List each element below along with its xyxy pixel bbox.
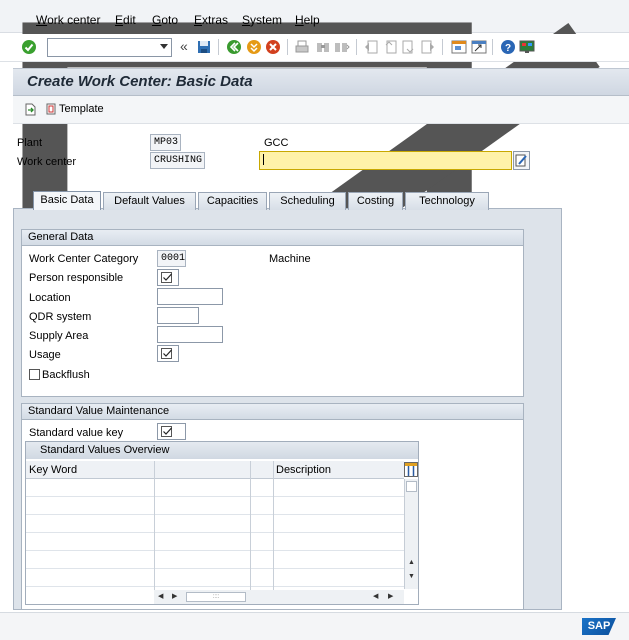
exit-icon[interactable] xyxy=(246,39,262,55)
qdr-system-field[interactable] xyxy=(157,307,199,324)
work-center-text-field[interactable] xyxy=(259,151,512,170)
person-responsible-field[interactable] xyxy=(157,269,179,286)
table-row[interactable] xyxy=(26,569,404,587)
work-center-field[interactable]: CRUSHING xyxy=(150,152,205,169)
menu-system[interactable]: System xyxy=(242,13,282,27)
next-page-icon[interactable] xyxy=(401,39,417,55)
menu-edit[interactable]: Edit xyxy=(115,13,136,27)
save-icon[interactable] xyxy=(196,39,212,55)
menu-goto[interactable]: Goto xyxy=(152,13,178,27)
table-row[interactable] xyxy=(26,551,404,569)
prev-page-icon[interactable] xyxy=(382,39,398,55)
scroll-right-icon[interactable]: ▶ xyxy=(172,592,177,600)
page-title: Create Work Center: Basic Data xyxy=(27,73,253,90)
supply-area-label: Supply Area xyxy=(29,330,89,342)
standard-value-key-field[interactable] xyxy=(157,423,186,440)
search-help-icon xyxy=(161,348,172,359)
usage-label: Usage xyxy=(29,349,61,361)
plant-label: Plant xyxy=(17,137,43,149)
standard-values-overview-title: Standard Values Overview xyxy=(26,442,418,459)
print-icon[interactable] xyxy=(294,39,310,55)
tab-basic-data[interactable]: Basic Data xyxy=(33,191,101,210)
cancel-icon[interactable] xyxy=(265,39,281,55)
category-field[interactable]: 0001 xyxy=(157,250,186,267)
table-row[interactable] xyxy=(26,497,404,515)
standard-value-title: Standard Value Maintenance xyxy=(22,404,523,420)
plant-field[interactable]: MP03 xyxy=(150,134,181,151)
scroll-thumb[interactable] xyxy=(406,481,417,492)
template-icon xyxy=(46,103,56,115)
table-row[interactable] xyxy=(26,515,404,533)
scroll-left-icon[interactable]: ◀ xyxy=(373,592,378,600)
table-horizontal-scrollbar-left[interactable]: ◀ ▶ :::: xyxy=(154,590,250,604)
help-icon[interactable]: ? xyxy=(500,39,516,55)
table-header xyxy=(26,461,404,479)
category-label: Work Center Category xyxy=(29,253,139,265)
find-icon[interactable] xyxy=(315,39,331,55)
scroll-right-icon[interactable]: ▶ xyxy=(388,592,393,600)
search-help-icon xyxy=(161,426,172,437)
menu-help[interactable]: Help xyxy=(295,13,320,27)
last-page-icon[interactable] xyxy=(420,39,436,55)
tab-scheduling[interactable]: Scheduling xyxy=(269,192,346,210)
scroll-up-icon[interactable]: ▲ xyxy=(408,559,415,566)
table-row[interactable] xyxy=(26,533,404,551)
create-from-icon[interactable] xyxy=(25,103,37,116)
back-icon[interactable] xyxy=(226,39,242,55)
menu-extras[interactable]: Extras xyxy=(194,13,228,27)
table-vertical-scrollbar[interactable]: ▲ ▼ xyxy=(404,479,418,589)
standard-value-key-label: Standard value key xyxy=(29,427,124,439)
table-horizontal-scrollbar-mid xyxy=(250,590,368,604)
person-responsible-label: Person responsible xyxy=(29,272,124,284)
work-center-label: Work center xyxy=(17,156,77,168)
tab-technology[interactable]: Technology xyxy=(405,192,489,210)
tab-default-values[interactable]: Default Values xyxy=(103,192,196,210)
supply-area-field[interactable] xyxy=(157,326,223,343)
customize-layout-icon[interactable] xyxy=(519,39,535,55)
general-data-title: General Data xyxy=(22,230,523,246)
template-label: Template xyxy=(59,103,104,115)
command-field[interactable] xyxy=(47,38,172,57)
long-text-icon[interactable] xyxy=(513,151,530,170)
command-dropdown-icon[interactable] xyxy=(160,44,168,49)
backflush-label: Backflush xyxy=(42,369,90,381)
usage-field[interactable] xyxy=(157,345,179,362)
application-toolbar xyxy=(13,96,629,124)
column-config-icon[interactable] xyxy=(404,462,418,477)
plant-text: GCC xyxy=(264,137,289,149)
location-label: Location xyxy=(29,292,71,304)
scroll-thumb[interactable]: :::: xyxy=(186,592,246,602)
table-horizontal-scrollbar-right[interactable]: ◀ ▶ xyxy=(368,590,404,604)
search-help-icon xyxy=(161,272,172,283)
category-text: Machine xyxy=(269,253,311,265)
enter-icon[interactable] xyxy=(21,39,37,55)
status-bar xyxy=(0,612,629,640)
table-row[interactable] xyxy=(26,479,404,497)
scroll-left-icon[interactable]: ◀ xyxy=(158,592,163,600)
first-page-icon[interactable] xyxy=(363,39,379,55)
scroll-down-icon[interactable]: ▼ xyxy=(408,573,415,580)
new-session-icon[interactable] xyxy=(451,39,467,55)
shortcut-icon[interactable] xyxy=(471,39,487,55)
backflush-checkbox[interactable] xyxy=(29,369,40,380)
menu-work-center[interactable]: Work center xyxy=(36,13,100,27)
column-description[interactable]: Description xyxy=(276,464,331,476)
tab-costing[interactable]: Costing xyxy=(348,192,403,210)
tab-capacities[interactable]: Capacities xyxy=(198,192,267,210)
find-next-icon[interactable] xyxy=(334,39,350,55)
template-button[interactable]: Template xyxy=(46,103,104,115)
column-key-word[interactable]: Key Word xyxy=(29,464,77,476)
back-arrows-icon[interactable]: « xyxy=(180,38,188,54)
svg-text:?: ? xyxy=(505,43,511,54)
qdr-system-label: QDR system xyxy=(29,311,92,323)
location-field[interactable] xyxy=(157,288,223,305)
